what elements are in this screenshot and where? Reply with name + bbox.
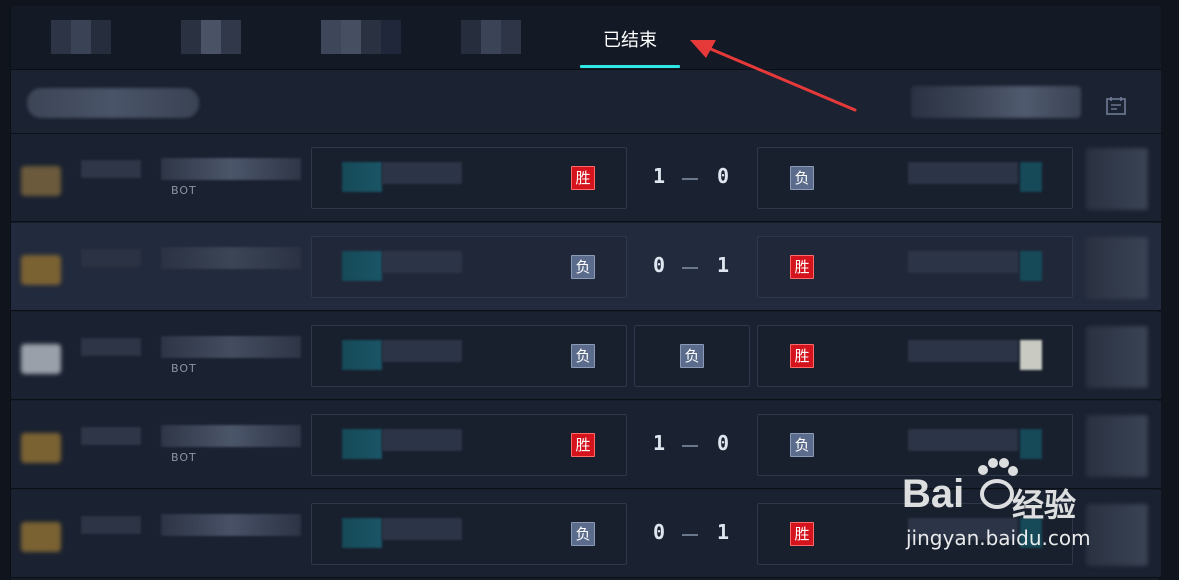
right-team-logo-blurred: [1020, 251, 1042, 281]
left-team-card[interactable]: 负: [311, 236, 627, 298]
right-result-badge: 负: [790, 433, 814, 457]
score-right: 0: [716, 164, 730, 188]
left-team-card[interactable]: 胜: [311, 147, 627, 209]
left-result-badge: 负: [571, 344, 595, 368]
tab-bar: 已结束: [11, 6, 1161, 70]
tab-blurred-1[interactable]: [51, 20, 111, 60]
left-result-badge: 负: [571, 255, 595, 279]
match-score: 1 0: [649, 164, 761, 192]
left-team-name-blurred: [81, 338, 141, 356]
left-team-logo-blurred: [342, 429, 382, 459]
left-team-logo-blurred: [342, 162, 382, 192]
calendar-icon[interactable]: [1105, 96, 1127, 116]
date-field-blurred[interactable]: [911, 86, 1081, 118]
left-team-logo-blurred: [342, 251, 382, 281]
tab-blurred-4[interactable]: [461, 20, 521, 60]
baidu-watermark: Bai 经验 jingyan.baidu.com: [898, 452, 1128, 562]
right-action-blurred[interactable]: [1086, 237, 1148, 299]
left-bot-tag: BOT: [171, 451, 197, 464]
match-row[interactable]: 负 胜 0 1: [11, 223, 1161, 311]
left-team-name-blurred: [81, 160, 141, 178]
left-team-card[interactable]: 负: [311, 503, 627, 565]
score-right: 0: [716, 431, 730, 455]
tab-blurred-2[interactable]: [181, 20, 241, 60]
right-result-badge: 胜: [790, 255, 814, 279]
right-result-badge: 负: [790, 166, 814, 190]
score-separator: [682, 445, 698, 447]
right-team-card[interactable]: 胜: [757, 325, 1073, 387]
match-row[interactable]: BOT 负 胜 负: [11, 312, 1161, 400]
left-player-name-blurred: [161, 336, 301, 358]
score-separator: [682, 178, 698, 180]
score-separator: [682, 534, 698, 536]
left-team-name-blurred: [81, 516, 141, 534]
right-action-blurred[interactable]: [1086, 148, 1148, 210]
score-separator: [682, 267, 698, 269]
score-left: 1: [652, 431, 666, 455]
score-left: 0: [652, 253, 666, 277]
left-team-label-blurred: [382, 429, 462, 451]
left-team-avatar: [21, 522, 61, 552]
left-team-label-blurred: [382, 162, 462, 184]
score-left: 1: [652, 164, 666, 188]
right-team-logo-blurred: [1020, 162, 1042, 192]
left-team-avatar: [21, 344, 61, 374]
left-player-name-blurred: [161, 425, 301, 447]
right-result-badge: 胜: [790, 522, 814, 546]
right-team-label-blurred: [908, 429, 1018, 451]
match-score: 0 1: [649, 253, 761, 281]
left-result-badge: 负: [571, 522, 595, 546]
left-team-logo-blurred: [342, 340, 382, 370]
left-team-name-blurred: [81, 249, 141, 267]
left-player-name-blurred: [161, 247, 301, 269]
right-result-badge: 胜: [790, 344, 814, 368]
tab-blurred-3[interactable]: [321, 20, 401, 60]
left-bot-tag: BOT: [171, 184, 197, 197]
right-action-blurred[interactable]: [1086, 326, 1148, 388]
left-team-avatar: [21, 255, 61, 285]
right-team-label-blurred: [908, 162, 1018, 184]
score-right: 1: [716, 253, 730, 277]
left-team-label-blurred: [382, 340, 462, 362]
score-right: 1: [716, 520, 730, 544]
left-team-card[interactable]: 胜: [311, 414, 627, 476]
left-team-name-blurred: [81, 427, 141, 445]
tab-finished[interactable]: 已结束: [580, 26, 680, 51]
center-result-badge: 负: [680, 344, 704, 368]
left-team-card[interactable]: 负: [311, 325, 627, 387]
right-team-label-blurred: [908, 340, 1018, 362]
left-team-label-blurred: [382, 251, 462, 273]
left-team-avatar: [21, 166, 61, 196]
left-team-label-blurred: [382, 518, 462, 540]
right-team-logo-blurred: [1020, 340, 1042, 370]
left-bot-tag: BOT: [171, 362, 197, 375]
match-row[interactable]: BOT 胜 负 1 0: [11, 134, 1161, 222]
watermark-brand: Bai: [902, 472, 965, 516]
left-result-badge: 胜: [571, 433, 595, 457]
left-team-avatar: [21, 433, 61, 463]
tab-active-underline: [580, 65, 680, 68]
left-team-logo-blurred: [342, 518, 382, 548]
left-player-name-blurred: [161, 514, 301, 536]
right-team-card[interactable]: 胜: [757, 236, 1073, 298]
filter-blurred-left[interactable]: [27, 88, 199, 118]
center-result-card: 负: [634, 325, 750, 387]
left-result-badge: 胜: [571, 166, 595, 190]
right-team-label-blurred: [908, 251, 1018, 273]
filter-bar: [11, 70, 1161, 134]
match-score: 1 0: [649, 431, 761, 459]
left-player-name-blurred: [161, 158, 301, 180]
watermark-brand-cn: 经验: [1012, 486, 1077, 524]
watermark-url: jingyan.baidu.com: [906, 526, 1091, 550]
score-left: 0: [652, 520, 666, 544]
right-team-card[interactable]: 负: [757, 147, 1073, 209]
match-score: 0 1: [649, 520, 761, 548]
